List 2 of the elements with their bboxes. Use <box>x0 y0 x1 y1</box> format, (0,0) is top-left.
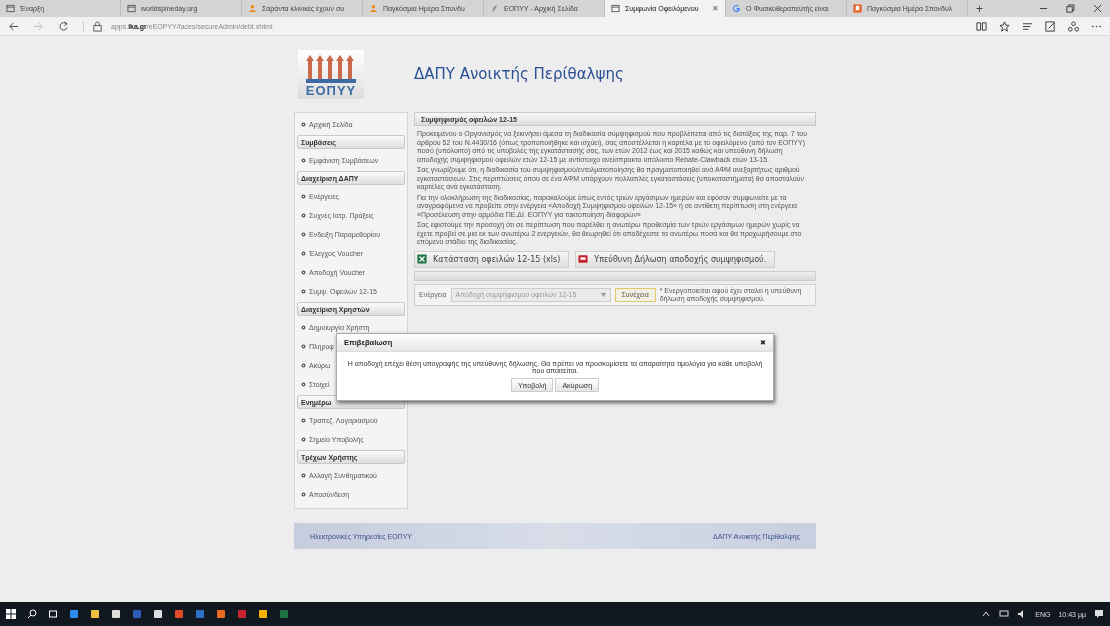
site-title: ΔΑΠΥ Ανοικτής Περίθαλψης <box>414 65 624 83</box>
logo: ΕΟΠΥΥ <box>298 49 364 99</box>
